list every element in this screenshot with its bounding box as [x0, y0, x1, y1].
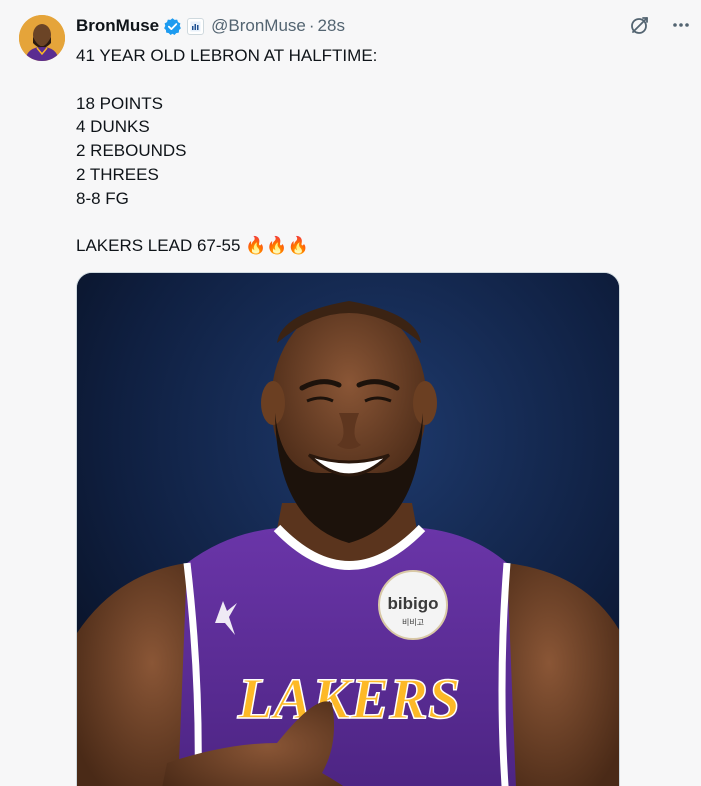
jersey-wordmark: LAKERS	[237, 666, 460, 731]
affiliate-badge-icon[interactable]	[187, 17, 205, 35]
player-photo: bibigo 비비고 LAKERS	[77, 273, 619, 786]
tweet-text-line: 18 POINTS	[76, 93, 163, 113]
tweet[interactable]: BronMuse @BronMuse · 28s 41 YEAR OLD LEB…	[0, 0, 701, 786]
sponsor-patch-text: bibigo	[388, 594, 439, 613]
tweet-text-line	[76, 211, 636, 235]
verified-badge-icon[interactable]	[163, 17, 182, 36]
tweet-text: 41 YEAR OLD LEBRON AT HALFTIME: 18 POINT…	[76, 44, 636, 258]
more-icon[interactable]	[671, 15, 691, 35]
avatar[interactable]	[19, 15, 65, 61]
sponsor-patch-subtext: 비비고	[402, 618, 424, 627]
tweet-text-line: 4 DUNKS	[76, 117, 150, 137]
tweet-text-line: 2 THREES	[76, 164, 159, 184]
timestamp[interactable]: 28s	[318, 16, 345, 36]
avatar-image	[19, 15, 65, 61]
tweet-text-line: LAKERS LEAD 67-55 🔥🔥🔥	[76, 236, 309, 256]
user-handle[interactable]: @BronMuse	[211, 16, 306, 36]
tweet-text-line: 2 REBOUNDS	[76, 141, 187, 161]
grok-icon[interactable]	[629, 14, 651, 36]
tweet-actions	[629, 14, 691, 36]
separator-dot: ·	[308, 16, 315, 35]
tweet-text-line	[76, 68, 636, 92]
tweet-header: BronMuse @BronMuse · 28s	[76, 14, 345, 38]
tweet-text-line: 8-8 FG	[76, 188, 129, 208]
display-name[interactable]: BronMuse	[76, 16, 159, 36]
tweet-text-line: 41 YEAR OLD LEBRON AT HALFTIME:	[76, 46, 378, 65]
tweet-media-image[interactable]: bibigo 비비고 LAKERS	[76, 272, 620, 786]
